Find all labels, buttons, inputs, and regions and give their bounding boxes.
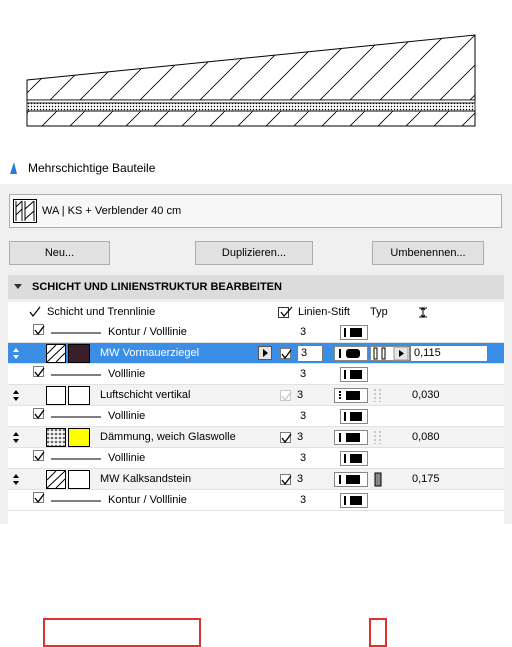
finish-type-icon[interactable] (370, 346, 410, 361)
fill-pattern-icon[interactable] (46, 344, 66, 363)
composite-name: WA | KS + Verblender 40 cm (42, 205, 182, 217)
line-sample-icon (51, 332, 101, 334)
rename-button[interactable]: Umbenennen... (372, 241, 484, 265)
layer-table: Schicht und Trennlinie Linien-Stift Typ … (8, 302, 504, 647)
fill-pattern-icon[interactable] (46, 428, 66, 447)
visible-checkbox[interactable] (33, 408, 45, 420)
composite-dialog: Mehrschichtige Bauteile WA | KS + Verble… (0, 150, 512, 647)
collapse-triangle-icon[interactable] (13, 282, 23, 292)
line-sample-icon (51, 416, 101, 418)
new-button[interactable]: Neu... (9, 241, 110, 265)
composite-swatch-icon (13, 199, 37, 223)
row-label: MW Kalksandstein (100, 473, 192, 485)
visible-checkbox[interactable] (33, 492, 45, 504)
highlight-box-type (369, 618, 387, 647)
header-pen: Linien-Stift (298, 306, 350, 318)
core-checkbox[interactable] (280, 390, 292, 402)
visible-checkbox[interactable] (33, 450, 45, 462)
row-label: Volllinie (108, 410, 146, 422)
line-sample-icon (51, 458, 101, 460)
pen-number[interactable]: 3 (300, 490, 306, 511)
check-all-icon[interactable] (278, 306, 293, 318)
title-bar: Mehrschichtige Bauteile (0, 150, 512, 184)
header-type: Typ (370, 306, 388, 318)
layer-row[interactable]: MW Vormauerziegel 3 0,115 (8, 343, 504, 364)
pen-number[interactable]: 3 (297, 469, 303, 490)
pen-swatch-icon[interactable] (340, 493, 368, 508)
thickness-value[interactable]: 0,030 (412, 385, 440, 406)
fill-pattern-icon[interactable] (46, 470, 66, 489)
contour-row[interactable]: Volllinie 3 (8, 448, 504, 469)
drag-handle-icon[interactable] (12, 473, 20, 486)
layer-row[interactable]: MW Kalksandstein 3 0,175 (8, 469, 504, 490)
section-title: SCHICHT UND LINIENSTRUKTUR BEARBEITEN (32, 281, 282, 293)
pen-swatch-icon[interactable] (334, 346, 368, 361)
thickness-value[interactable]: 0,080 (412, 427, 440, 448)
drag-handle-icon[interactable] (12, 347, 20, 360)
layer-row[interactable]: Dämmung, weich Glaswolle 3 0,080 (8, 427, 504, 448)
pen-swatch-icon[interactable] (334, 388, 368, 403)
thickness-icon (419, 307, 427, 318)
row-label: Dämmung, weich Glaswolle (100, 431, 236, 443)
pen-swatch-icon[interactable] (340, 409, 368, 424)
expand-arrow-icon[interactable] (258, 346, 272, 360)
pen-swatch-icon[interactable] (340, 325, 368, 340)
pen-number[interactable]: 3 (300, 448, 306, 469)
pen-number[interactable]: 3 (297, 427, 303, 448)
pen-number[interactable]: 3 (300, 406, 306, 427)
pen-number[interactable]: 3 (297, 345, 323, 362)
fill-color-swatch[interactable] (68, 428, 90, 447)
core-type-icon[interactable] (374, 472, 382, 487)
layer-row[interactable]: Luftschicht vertikal 3 0,030 (8, 385, 504, 406)
pen-swatch-icon[interactable] (334, 472, 368, 487)
pen-swatch-icon[interactable] (340, 367, 368, 382)
section-header[interactable]: SCHICHT UND LINIENSTRUKTUR BEARBEITEN (8, 275, 504, 299)
wall-section-preview (26, 34, 476, 127)
visible-checkbox[interactable] (33, 324, 45, 336)
fill-color-swatch[interactable] (68, 344, 90, 363)
line-sample-icon (51, 374, 101, 376)
contour-row[interactable]: Kontur / Volllinie 3 (8, 322, 504, 343)
row-label: MW Vormauerziegel (100, 347, 200, 359)
core-checkbox[interactable] (280, 348, 292, 360)
drag-handle-icon[interactable] (12, 389, 20, 402)
row-label: Luftschicht vertikal (100, 389, 191, 401)
row-label: Kontur / Volllinie (108, 326, 187, 338)
contour-row[interactable]: Volllinie 3 (8, 364, 504, 385)
other-type-icon[interactable] (373, 388, 383, 403)
row-label: Kontur / Volllinie (108, 494, 187, 506)
fill-color-swatch[interactable] (68, 386, 90, 405)
dialog-title: Mehrschichtige Bauteile (28, 161, 156, 175)
check-header-icon (29, 306, 41, 317)
row-label: Volllinie (108, 368, 146, 380)
drag-handle-icon[interactable] (12, 431, 20, 444)
header-layer: Schicht und Trennlinie (47, 306, 156, 318)
other-type-icon[interactable] (373, 430, 383, 445)
fill-pattern-icon[interactable] (46, 386, 66, 405)
row-label: Volllinie (108, 452, 146, 464)
pen-number[interactable]: 3 (297, 385, 303, 406)
highlight-box-layer (43, 618, 201, 647)
thickness-value[interactable]: 0,115 (410, 345, 488, 362)
line-sample-icon (51, 500, 101, 502)
thickness-value[interactable]: 0,175 (412, 469, 440, 490)
pen-swatch-icon[interactable] (334, 430, 368, 445)
contour-row[interactable]: Volllinie 3 (8, 406, 504, 427)
composite-preview (0, 0, 512, 150)
pen-number[interactable]: 3 (300, 322, 306, 343)
contour-row[interactable]: Kontur / Volllinie 3 (8, 490, 504, 511)
composite-selector[interactable]: WA | KS + Verblender 40 cm (9, 194, 502, 228)
pen-swatch-icon[interactable] (340, 451, 368, 466)
core-checkbox[interactable] (280, 474, 292, 486)
core-checkbox[interactable] (280, 432, 292, 444)
pen-number[interactable]: 3 (300, 364, 306, 385)
visible-checkbox[interactable] (33, 366, 45, 378)
duplicate-button[interactable]: Duplizieren... (195, 241, 313, 265)
archicad-icon (10, 162, 17, 174)
fill-color-swatch[interactable] (68, 470, 90, 489)
